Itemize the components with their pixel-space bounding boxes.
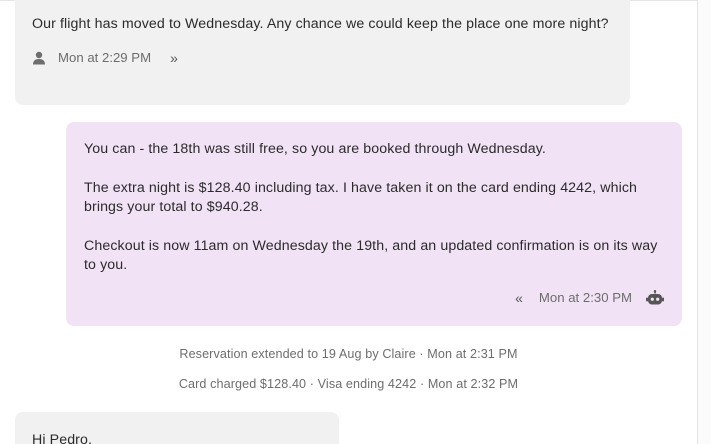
system-event: Card charged $128.40 · Visa ending 4242 … [178,377,519,391]
message-thread: Our flight has moved to Wednesday. Any c… [0,0,697,444]
system-event: Reservation extended to 19 Aug by Claire… [179,347,518,361]
guest-message-bubble: Hi Pedro, [15,412,339,444]
host-message-paragraph: You can - the 18th was still free, so yo… [84,141,546,157]
forward-chevron-icon[interactable]: » [170,50,178,66]
guest-message-bubble: Our flight has moved to Wednesday. Any c… [15,0,630,105]
host-message-time: Mon at 2:30 PM [538,290,632,305]
host-message-paragraph: The extra night is $128.40 including tax… [84,179,638,216]
guest-message-time: Mon at 2:29 PM [58,50,152,65]
scrollbar[interactable] [697,0,711,444]
guest-message-text: Hi Pedro, [32,432,93,444]
robot-icon [646,289,664,304]
guest-message-text: Our flight has moved to Wednesday. Any c… [32,16,609,32]
back-chevron-icon[interactable]: « [515,290,523,306]
host-message-bubble: You can - the 18th was still free, so yo… [66,122,682,326]
host-message-meta: « Mon at 2:30 PM [84,289,664,306]
guest-message-meta: Mon at 2:29 PM » [32,50,613,66]
host-message-paragraph: Checkout is now 11am on Wednesday the 19… [84,237,658,274]
person-icon [33,51,45,64]
